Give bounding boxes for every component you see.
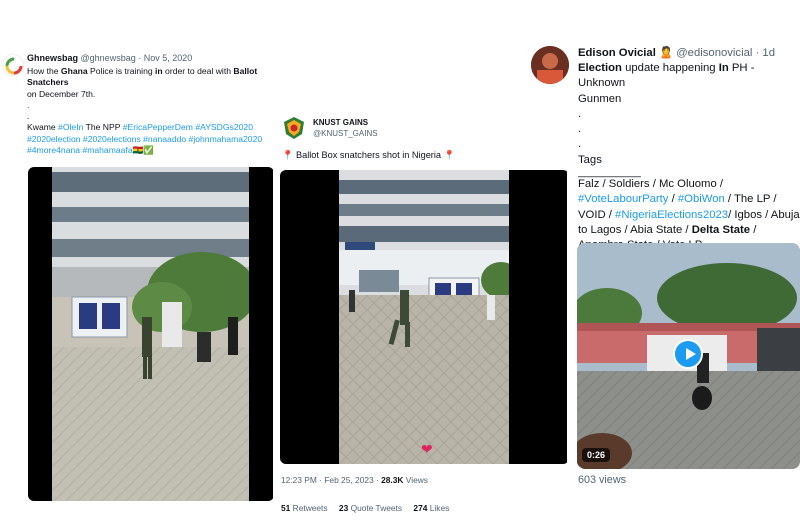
views-count: 28.3K bbox=[381, 475, 404, 485]
tweet-video[interactable]: ❤ bbox=[280, 170, 569, 464]
tweet-ghnewsbag: Ghnewsbag @ghnewsbag · Nov 5, 2020 How t… bbox=[0, 40, 283, 522]
ghnewsbag-avatar[interactable] bbox=[2, 54, 24, 76]
play-icon[interactable] bbox=[673, 339, 703, 369]
tweet-video[interactable]: 0:26 bbox=[577, 243, 800, 469]
video-frame bbox=[339, 170, 509, 464]
tweet-header: Edison Ovicial 🙎 @edisonovicial · 1d bbox=[578, 46, 775, 59]
gh-logo-icon bbox=[5, 57, 23, 75]
heart-icon[interactable]: ❤ bbox=[421, 441, 433, 458]
hashtag[interactable]: #OleIn bbox=[58, 122, 83, 132]
author-handle[interactable]: @KNUST_GAINS bbox=[313, 128, 378, 139]
hashtag[interactable]: #2020election bbox=[27, 134, 81, 144]
tweet-header: Ghnewsbag @ghnewsbag · Nov 5, 2020 bbox=[27, 53, 193, 63]
tweet-age[interactable]: · 1d bbox=[756, 47, 775, 59]
video-frame bbox=[52, 167, 249, 501]
edison-avatar[interactable] bbox=[531, 46, 569, 84]
hashtag[interactable]: #mahamaafa bbox=[82, 145, 132, 155]
likes-stat[interactable]: 274 Likes bbox=[413, 503, 449, 513]
knust-logo-icon bbox=[284, 117, 304, 139]
video-views: 603 views bbox=[578, 474, 627, 486]
tweet-video[interactable] bbox=[28, 167, 274, 501]
profile-photo-icon bbox=[531, 46, 569, 84]
knust-gains-avatar[interactable] bbox=[282, 116, 306, 140]
hashtag[interactable]: #nanaaddo bbox=[143, 134, 186, 144]
tweet-header: KNUST GAINS @KNUST_GAINS bbox=[313, 117, 378, 139]
hashtag[interactable]: #johnmahama2020 bbox=[189, 134, 263, 144]
hashtag[interactable]: #EricaPepperDem bbox=[123, 122, 193, 132]
author-handle[interactable]: @edisonovicial bbox=[676, 47, 752, 59]
hashtag[interactable]: #NigeriaElections2023 bbox=[615, 209, 728, 221]
retweets-stat[interactable]: 51 Retweets bbox=[281, 503, 328, 513]
verified-badge: 🙎 bbox=[659, 47, 674, 59]
author-name[interactable]: Ghnewsbag bbox=[27, 53, 78, 63]
tweet-text: Election update happening In PH - Unknow… bbox=[578, 62, 800, 251]
tweet-text: 📍 Ballot Box snatchers shot in Nigeria 📍 bbox=[282, 150, 456, 160]
hashtag[interactable]: #VoteLabourParty bbox=[578, 193, 668, 205]
tweet-date[interactable]: Nov 5, 2020 bbox=[144, 53, 193, 63]
tweet-meta: 12:23 PM · Feb 25, 2023 · 28.3K Views bbox=[281, 475, 428, 485]
hashtag[interactable]: #2020elections bbox=[83, 134, 141, 144]
quotes-stat[interactable]: 23 Quote Tweets bbox=[339, 503, 402, 513]
author-handle[interactable]: @ghnewsbag bbox=[81, 53, 136, 63]
author-name[interactable]: KNUST GAINS bbox=[313, 117, 378, 128]
video-duration: 0:26 bbox=[582, 448, 611, 462]
tweet-edison-ovicial: Edison Ovicial 🙎 @edisonovicial · 1d Ele… bbox=[567, 40, 800, 500]
tweet-knust-gains: KNUST GAINS @KNUST_GAINS 📍 Ballot Box sn… bbox=[273, 108, 575, 522]
hashtag[interactable]: #4more4nana bbox=[27, 145, 80, 155]
tweet-time[interactable]: 12:23 PM · Feb 25, 2023 · bbox=[281, 475, 381, 485]
author-name[interactable]: Edison Ovicial bbox=[578, 47, 656, 59]
tweet-stats: 51 Retweets 23 Quote Tweets 274 Likes bbox=[281, 503, 458, 513]
hashtag[interactable]: #AYSDGs2020 bbox=[195, 122, 253, 132]
tweet-text: How the Ghana Police is training in orde… bbox=[27, 66, 263, 156]
hashtag[interactable]: #ObiWon bbox=[678, 193, 725, 205]
